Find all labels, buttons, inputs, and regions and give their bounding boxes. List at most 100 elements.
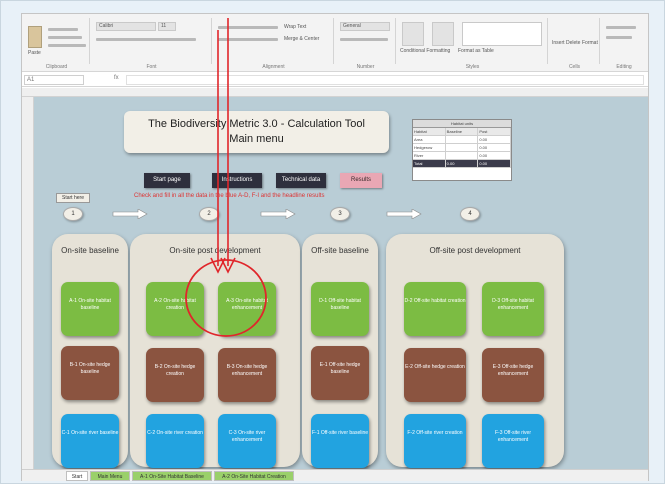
table-title: Habitat units	[413, 120, 511, 128]
wrap-text-button[interactable]: Wrap Text	[284, 24, 306, 30]
off-site-hedge-creation-tile[interactable]: E-2 Off-site hedge creation	[404, 348, 466, 402]
font-format-buttons[interactable]	[96, 38, 196, 41]
table-cell	[446, 136, 479, 143]
on-site-post-development-panel: On-site post development A-2 On-site hab…	[130, 234, 300, 468]
table-row: River 0.00	[413, 152, 512, 160]
step-2-badge: 2	[199, 207, 219, 221]
table-cell	[446, 152, 479, 159]
table-cell: 0.00	[478, 136, 512, 143]
habitat-units-table: Habitat units Habitat Baseline Post Area…	[412, 119, 512, 181]
off-site-river-enhancement-tile[interactable]: F-3 Off-site river enhancement	[482, 414, 544, 468]
font-group: Calibri 11 Font	[92, 18, 212, 70]
align-buttons-bottom[interactable]	[218, 38, 278, 41]
formula-input[interactable]	[126, 75, 644, 85]
instructions-button[interactable]: Instructions	[212, 173, 262, 188]
off-site-baseline-panel: Off-site baseline D-1 Off-site habitat b…	[302, 234, 378, 468]
page-title: The Biodiversity Metric 3.0 - Calculatio…	[148, 118, 365, 130]
align-buttons-top[interactable]	[218, 26, 278, 29]
on-site-river-baseline-tile[interactable]: C-1 On-site river baseline	[61, 414, 119, 468]
format-painter-button[interactable]	[48, 44, 86, 47]
row-headers	[22, 97, 34, 469]
editing-group: Editing	[602, 18, 646, 70]
off-site-hedge-enhancement-tile[interactable]: E-3 Off-site hedge enhancement	[482, 348, 544, 402]
off-site-habitat-creation-tile[interactable]: D-2 Off-site habitat creation	[404, 282, 466, 336]
arrow-right-icon	[260, 209, 296, 219]
fill-button[interactable]	[606, 36, 632, 39]
start-here-chip[interactable]: Start here	[56, 193, 90, 203]
on-site-river-enhancement-tile[interactable]: C-3 On-site river enhancement	[218, 414, 276, 468]
merge-center-button[interactable]: Merge & Center	[284, 36, 319, 42]
table-cell: 0.00	[478, 152, 512, 159]
on-site-hedge-creation-tile[interactable]: B-2 On-site hedge creation	[146, 348, 204, 402]
ribbon: Paste Clipboard Calibri 11 Font Wrap Tex…	[22, 14, 648, 72]
cells-group-label: Cells	[568, 64, 581, 70]
paste-label: Paste	[28, 50, 41, 56]
table-cell: 0.00	[445, 160, 479, 167]
off-site-habitat-baseline-tile[interactable]: D-1 Off-site habitat baseline	[311, 282, 369, 336]
off-site-river-baseline-tile[interactable]: F-1 Off-site river baseline	[311, 414, 369, 468]
title-box: The Biodiversity Metric 3.0 - Calculatio…	[124, 111, 389, 153]
table-cell: 0.00	[478, 144, 512, 151]
number-buttons[interactable]	[340, 38, 388, 41]
font-name-select[interactable]: Calibri	[96, 22, 156, 31]
off-site-river-creation-tile[interactable]: F-2 Off-site river creation	[404, 414, 466, 468]
worksheet[interactable]: The Biodiversity Metric 3.0 - Calculatio…	[34, 97, 648, 469]
table-cell: Total	[413, 160, 446, 167]
table-total-row: Total 0.00 0.00	[413, 160, 512, 168]
technical-data-button[interactable]: Technical data	[276, 173, 326, 188]
table-header-row: Habitat Baseline Post	[413, 128, 512, 136]
font-group-label: Font	[146, 64, 157, 70]
tab-a1-baseline[interactable]: A-1 On-Site Habitat Baseline	[132, 471, 212, 481]
off-site-post-development-panel: Off-site post development D-2 Off-site h…	[386, 234, 564, 468]
table-cell: 0.00	[478, 160, 512, 167]
on-site-habitat-enhancement-tile[interactable]: A-3 On-site habitat enhancement	[218, 282, 276, 336]
format-button[interactable]: Format	[582, 40, 598, 46]
tab-main-menu[interactable]: Main Menu	[90, 471, 130, 481]
clipboard-group: Paste Clipboard	[24, 18, 90, 70]
panel-title: On-site post development	[169, 246, 261, 255]
table-header: Post	[478, 128, 512, 135]
number-group-label: Number	[356, 64, 375, 70]
off-site-hedge-baseline-tile[interactable]: E-1 Off-site hedge baseline	[311, 346, 369, 400]
panel-title: On-site baseline	[61, 246, 119, 255]
excel-window: Paste Clipboard Calibri 11 Font Wrap Tex…	[21, 13, 649, 481]
table-cell	[446, 144, 479, 151]
sheet-tabs: Start Main Menu A-1 On-Site Habitat Base…	[22, 469, 648, 481]
tab-a2-creation[interactable]: A-2 On-Site Habitat Creation	[214, 471, 294, 481]
format-as-table-icon[interactable]	[432, 22, 454, 46]
step-3-badge: 3	[330, 207, 350, 221]
panel-title: Off-site baseline	[311, 246, 369, 255]
arrow-right-icon	[112, 209, 148, 219]
font-size-select[interactable]: 11	[158, 22, 176, 31]
conditional-formatting-icon[interactable]	[402, 22, 424, 46]
panel-title: Off-site post development	[429, 246, 521, 255]
formula-bar: A1 fx	[22, 73, 648, 87]
on-site-habitat-creation-tile[interactable]: A-2 On-site habitat creation	[146, 282, 204, 336]
on-site-hedge-enhancement-tile[interactable]: B-3 On-site hedge enhancement	[218, 348, 276, 402]
on-site-river-creation-tile[interactable]: C-2 On-site river creation	[146, 414, 204, 468]
results-button[interactable]: Results	[340, 173, 382, 188]
paste-button[interactable]	[28, 26, 42, 48]
insert-button[interactable]: Insert	[552, 40, 565, 46]
on-site-hedge-baseline-tile[interactable]: B-1 On-site hedge baseline	[61, 346, 119, 400]
styles-group: Conditional Formatting Format as Table S…	[398, 18, 548, 70]
number-format-select[interactable]: General	[340, 22, 390, 31]
column-headers	[22, 88, 648, 97]
clipboard-group-label: Clipboard	[45, 64, 68, 70]
delete-button[interactable]: Delete	[566, 40, 580, 46]
fx-icon[interactable]: fx	[114, 75, 119, 81]
autosum-button[interactable]	[606, 26, 636, 29]
on-site-habitat-baseline-tile[interactable]: A-1 On-site habitat baseline	[61, 282, 119, 336]
copy-button[interactable]	[48, 36, 82, 39]
editing-group-label: Editing	[616, 64, 632, 70]
cell-styles-gallery[interactable]	[462, 22, 542, 46]
table-cell: Area	[413, 136, 446, 143]
table-cell: Hedgerow	[413, 144, 446, 151]
format-as-table-label: Format as Table	[458, 48, 494, 54]
tab-start[interactable]: Start	[66, 471, 88, 481]
table-cell: River	[413, 152, 446, 159]
name-box[interactable]: A1	[24, 75, 84, 85]
off-site-habitat-enhancement-tile[interactable]: D-3 Off-site habitat enhancement	[482, 282, 544, 336]
cut-button[interactable]	[48, 28, 78, 31]
start-page-button[interactable]: Start page	[144, 173, 190, 188]
